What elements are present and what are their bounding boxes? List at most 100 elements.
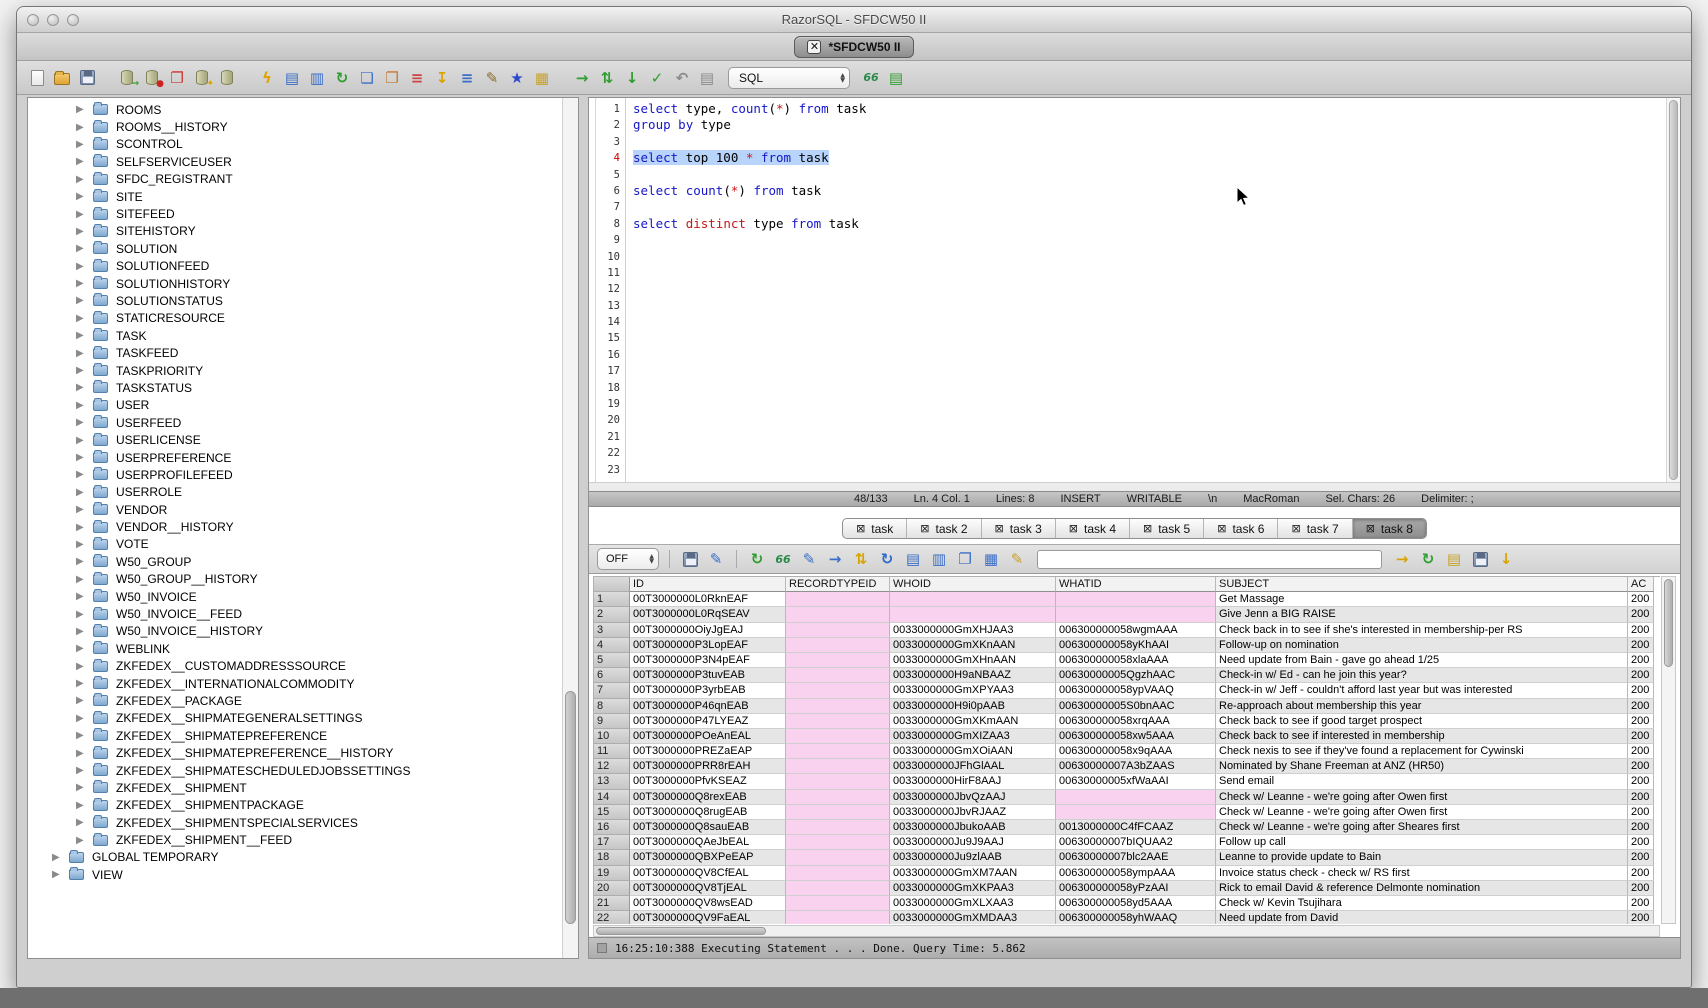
data-cell[interactable]: Check-in w/ Jeff - couldn't afford last … [1216, 683, 1628, 698]
data-cell[interactable]: 00T3000000QV9FaEAL [630, 911, 786, 924]
tree-item-vote[interactable]: ▶VOTE [28, 536, 561, 553]
data-cell[interactable]: Send email [1216, 774, 1628, 789]
row-number-cell[interactable]: 3 [594, 623, 630, 638]
tab-close-icon[interactable]: ⊠ [1366, 522, 1375, 535]
tree-item-zkfedex__shipmatepreference[interactable]: ▶ZKFEDEX__SHIPMATEPREFERENCE [28, 727, 561, 744]
data-cell[interactable]: 00T3000000P47LYEAZ [630, 714, 786, 729]
disclosure-triangle-icon[interactable]: ▶ [76, 730, 87, 741]
disclosure-triangle-icon[interactable]: ▶ [76, 156, 87, 167]
data-cell[interactable]: 200 [1628, 896, 1654, 911]
tab-close-icon[interactable]: ⊠ [1069, 522, 1078, 535]
data-cell[interactable]: Give Jenn a BIG RAISE [1216, 607, 1628, 622]
data-cell[interactable]: Need update from Bain - gave go ahead 1/… [1216, 653, 1628, 668]
sql-code-area[interactable]: select type, count(*) from taskgroup by … [626, 98, 1666, 482]
data-cell[interactable]: Check w/ Leanne - we're going after Shea… [1216, 820, 1628, 835]
bookmark-icon[interactable]: ❐ [382, 68, 402, 88]
table-row[interactable]: 600T3000000P3tuvEAB0033000000H9aNBAAZ006… [594, 668, 1660, 683]
disclosure-triangle-icon[interactable]: ▶ [76, 522, 87, 533]
column-header-rownum[interactable] [594, 577, 630, 592]
disconnect-db-icon[interactable]: ● [142, 68, 162, 88]
data-cell[interactable]: 006300000058ympAAA [1056, 866, 1216, 881]
table-export-icon[interactable]: ▦ [532, 68, 552, 88]
tree-item-solutionstatus[interactable]: ▶SOLUTIONSTATUS [28, 292, 561, 309]
disclosure-triangle-icon[interactable]: ▶ [76, 417, 87, 428]
row-number-cell[interactable]: 15 [594, 805, 630, 820]
data-cell[interactable]: 00T3000000OiyJgEAJ [630, 623, 786, 638]
disclosure-triangle-icon[interactable]: ▶ [76, 713, 87, 724]
grid-vscrollbar-thumb[interactable] [1664, 579, 1673, 667]
tree-scrollbar-thumb[interactable] [565, 691, 576, 923]
data-cell[interactable]: 200 [1628, 774, 1654, 789]
disclosure-triangle-icon[interactable]: ▶ [76, 261, 87, 272]
data-cell[interactable]: 00630000005QgzhAAC [1056, 668, 1216, 683]
tree-item-zkfedex__customaddresssource[interactable]: ▶ZKFEDEX__CUSTOMADDRESSSOURCE [28, 658, 561, 675]
disclosure-triangle-icon[interactable]: ▶ [76, 539, 87, 550]
data-cell[interactable]: 00T3000000POeAnEAL [630, 729, 786, 744]
tree-item-zkfedex__shipmatescheduledjobssettings[interactable]: ▶ZKFEDEX__SHIPMATESCHEDULEDJOBSSETTINGS [28, 762, 561, 779]
data-cell[interactable]: 00T3000000QV8wsEAD [630, 896, 786, 911]
row-number-cell[interactable]: 2 [594, 607, 630, 622]
tab-close-icon[interactable]: ⊠ [920, 522, 929, 535]
row-number-cell[interactable]: 7 [594, 683, 630, 698]
data-cell[interactable]: 00T3000000P3N4pEAF [630, 653, 786, 668]
data-cell[interactable]: 00T3000000P3tuvEAB [630, 668, 786, 683]
data-cell[interactable]: 200 [1628, 911, 1654, 924]
data-cell[interactable]: 200 [1628, 805, 1654, 820]
editor-hscrollbar[interactable] [589, 482, 1680, 491]
disclosure-triangle-icon[interactable]: ▶ [76, 400, 87, 411]
data-cell[interactable]: 200 [1628, 683, 1654, 698]
tab-close-icon[interactable]: ⊠ [1217, 522, 1226, 535]
data-cell[interactable]: 200 [1628, 638, 1654, 653]
data-cell[interactable]: 0033000000GmXOiAAN [890, 744, 1056, 759]
close-window-icon[interactable] [27, 14, 39, 26]
disclosure-triangle-icon[interactable]: ▶ [76, 643, 87, 654]
tree-item-taskstatus[interactable]: ▶TASKSTATUS [28, 379, 561, 396]
data-cell[interactable]: 200 [1628, 866, 1654, 881]
swap-arrows-icon[interactable]: ⇅ [597, 68, 617, 88]
data-cell[interactable] [786, 744, 890, 759]
data-cell[interactable] [786, 607, 890, 622]
data-cell[interactable]: 00T3000000Q8rexEAB [630, 790, 786, 805]
data-cell[interactable]: Invoice status check - check w/ RS first [1216, 866, 1628, 881]
result-tab-task-2[interactable]: ⊠task 2 [906, 519, 980, 538]
data-cell[interactable]: 00630000007blc2AAE [1056, 850, 1216, 865]
disclosure-triangle-icon[interactable]: ▶ [76, 278, 87, 289]
data-cell[interactable]: 00T3000000PfvKSEAZ [630, 774, 786, 789]
data-cell[interactable]: Nominated by Shane Freeman at ANZ (HR50) [1216, 759, 1628, 774]
table-row[interactable]: 1000T3000000POeAnEAL0033000000GmXIZAA300… [594, 729, 1660, 744]
export-results-icon[interactable]: ↻ [1418, 549, 1438, 569]
data-cell[interactable]: 0033000000JFhGlAAL [890, 759, 1056, 774]
data-cell[interactable]: 0033000000H9i0pAAB [890, 699, 1056, 714]
data-cell[interactable]: 00T3000000QV8CfEAL [630, 866, 786, 881]
describe-table-icon[interactable]: ▥ [307, 68, 327, 88]
data-cell[interactable]: 200 [1628, 729, 1654, 744]
data-cell[interactable]: 0033000000GmXKPAA3 [890, 881, 1056, 896]
data-cell[interactable]: 00T3000000QBXPeEAP [630, 850, 786, 865]
commit-check-icon[interactable]: ✓ [647, 68, 667, 88]
favorites-star-icon[interactable]: ★ [507, 68, 527, 88]
edit-cell-icon[interactable]: ✎ [799, 549, 819, 569]
tree-item-userrole[interactable]: ▶USERROLE [28, 484, 561, 501]
download-icon[interactable]: ↓ [1496, 549, 1516, 569]
tree-item-w50_group__history[interactable]: ▶W50_GROUP__HISTORY [28, 571, 561, 588]
tab-close-icon[interactable]: ⊠ [1143, 522, 1152, 535]
disclosure-triangle-icon[interactable]: ▶ [76, 504, 87, 515]
data-cell[interactable]: Re-approach about membership this year [1216, 699, 1628, 714]
data-cell[interactable]: 0033000000GmXMDAA3 [890, 911, 1056, 924]
data-cell[interactable]: 00T3000000P3LopEAF [630, 638, 786, 653]
tree-item-w50_invoice[interactable]: ▶W50_INVOICE [28, 588, 561, 605]
disclosure-triangle-icon[interactable]: ▶ [76, 626, 87, 637]
book-icon[interactable]: ❏ [357, 68, 377, 88]
tree-item-weblink[interactable]: ▶WEBLINK [28, 640, 561, 657]
data-cell[interactable] [786, 699, 890, 714]
save-grid-icon[interactable] [1470, 549, 1490, 569]
table-row[interactable]: 100T3000000L0RknEAFGet Massage200 [594, 592, 1660, 607]
results-list-icon[interactable]: ▤ [886, 68, 906, 88]
data-cell[interactable]: 006300000058ypVAAQ [1056, 683, 1216, 698]
data-cell[interactable]: Need update from David [1216, 911, 1628, 924]
disclosure-triangle-icon[interactable]: ▶ [76, 591, 87, 602]
data-cell[interactable] [786, 835, 890, 850]
data-cell[interactable] [786, 668, 890, 683]
format-sql-icon[interactable]: ✎ [482, 68, 502, 88]
data-cell[interactable]: 0033000000GmXPYAA3 [890, 683, 1056, 698]
